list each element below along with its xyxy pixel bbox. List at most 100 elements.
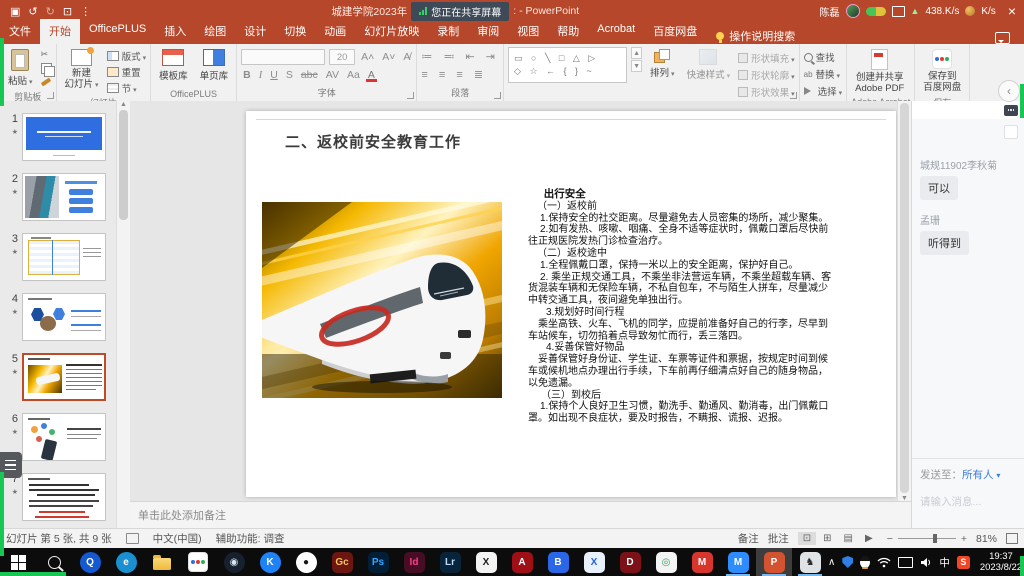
shape-fill-button[interactable]: 形状填充: [738, 51, 795, 65]
chat-bubble-icon[interactable]: [1004, 105, 1018, 116]
font-size-box[interactable]: 20: [329, 49, 355, 65]
chat-input[interactable]: 请输入消息...: [920, 494, 1016, 509]
tab-插入[interactable]: 插入: [155, 19, 195, 44]
underline-icon[interactable]: U: [268, 69, 280, 81]
dialog-launcher-icon[interactable]: [494, 92, 501, 99]
tencent-meeting[interactable]: M: [720, 548, 756, 576]
single-page-library-button[interactable]: 单页库: [196, 47, 233, 84]
tab-帮助[interactable]: 帮助: [548, 19, 588, 44]
shape-effects-button[interactable]: 形状效果: [738, 85, 795, 99]
qq-browser[interactable]: Q: [72, 548, 108, 576]
normal-view-button[interactable]: ⊡: [798, 532, 816, 545]
app-mumu[interactable]: M: [684, 548, 720, 576]
screen-share-badge[interactable]: 您正在共享屏幕: [411, 2, 509, 21]
shadow-icon[interactable]: S: [284, 69, 295, 81]
format-painter-icon[interactable]: [40, 77, 50, 86]
new-slide-button[interactable]: 新建 幻灯片: [61, 47, 103, 93]
defender-shield-icon[interactable]: [842, 556, 853, 568]
italic-icon[interactable]: I: [257, 70, 265, 81]
scrollbar-thumb[interactable]: [119, 110, 128, 220]
slide-canvas[interactable]: 二、返校前安全教育工作: [246, 111, 896, 497]
hardware-icon[interactable]: [898, 557, 913, 568]
create-pdf-button[interactable]: 创建并共享 Adobe PDF: [851, 47, 908, 96]
layout-button[interactable]: 版式: [107, 49, 147, 63]
tab-绘图[interactable]: 绘图: [195, 19, 235, 44]
template-library-button[interactable]: 模板库: [155, 47, 192, 84]
app-decoder[interactable]: ◎: [648, 548, 684, 576]
find-button[interactable]: 查找: [804, 50, 843, 64]
change-case-icon[interactable]: Aa: [345, 69, 362, 81]
char-spacing-icon[interactable]: AV: [324, 69, 341, 81]
language-status[interactable]: 中文(中国): [153, 531, 202, 546]
undo-icon[interactable]: ↺: [28, 5, 37, 18]
panel-collapse-button[interactable]: ‹: [998, 80, 1020, 102]
tab-开始[interactable]: 开始: [40, 19, 80, 44]
zoom-slider-thumb[interactable]: [933, 534, 937, 543]
app-cut[interactable]: X: [468, 548, 504, 576]
tab-文件[interactable]: 文件: [0, 19, 40, 44]
slide-sorter-view-button[interactable]: ⊞: [818, 532, 836, 545]
cut-icon[interactable]: ✂: [41, 49, 52, 60]
quick-styles-button[interactable]: 快速样式: [683, 47, 735, 83]
zoom-slider[interactable]: [898, 538, 956, 539]
tab-视图[interactable]: 视图: [508, 19, 548, 44]
select-button[interactable]: 选择: [804, 84, 843, 98]
start-slideshow-icon[interactable]: ⊡: [63, 5, 72, 18]
font-color-icon[interactable]: A: [366, 69, 377, 81]
qq[interactable]: ●: [288, 548, 324, 576]
send-to-dropdown-icon[interactable]: ▾: [996, 471, 1000, 480]
dialog-launcher-icon[interactable]: [790, 92, 797, 99]
bold-icon[interactable]: B: [241, 69, 253, 81]
app-pet[interactable]: ♞: [792, 548, 828, 576]
powerpoint[interactable]: P: [756, 548, 792, 576]
tab-Acrobat[interactable]: Acrobat: [588, 19, 644, 44]
slide-thumbnail-2[interactable]: [22, 173, 106, 221]
dialog-launcher-icon[interactable]: [407, 92, 414, 99]
notes-pane[interactable]: 单击此处添加备注: [130, 501, 911, 528]
slide-title[interactable]: 二、返校前安全教育工作: [285, 131, 461, 152]
tab-动画[interactable]: 动画: [315, 19, 355, 44]
comments-icon[interactable]: [995, 32, 1010, 44]
autocad[interactable]: A: [504, 548, 540, 576]
indesign[interactable]: Id: [396, 548, 432, 576]
taskbar-clock[interactable]: 19:37 2023/8/22: [977, 551, 1024, 573]
slide-thumbnail-6[interactable]: [22, 413, 106, 461]
avatar[interactable]: [846, 4, 860, 18]
slide-thumbnail-1[interactable]: [22, 113, 106, 161]
scrollbar-thumb[interactable]: [900, 103, 909, 493]
chat-mini-button[interactable]: [1004, 125, 1018, 139]
grow-font-icon[interactable]: A˄: [359, 51, 376, 63]
slide-thumbnail-7[interactable]: [22, 473, 106, 521]
accessibility-status[interactable]: 辅助功能: 调查: [216, 531, 285, 546]
baidu-netdisk[interactable]: [180, 548, 216, 576]
slide-thumbnail-3[interactable]: [22, 233, 106, 281]
align-buttons-row[interactable]: ≡ ≡ ≡ ≣: [421, 68, 499, 81]
send-to-row[interactable]: 发送至：所有人 ▾: [920, 467, 1016, 482]
zoom-level[interactable]: 81%: [976, 533, 997, 545]
tab-OfficePLUS[interactable]: OfficePLUS: [80, 19, 155, 44]
copy-icon[interactable]: [41, 63, 52, 74]
shape-outline-button[interactable]: 形状轮廓: [738, 68, 795, 82]
tab-百度网盘[interactable]: 百度网盘: [644, 19, 706, 44]
steam[interactable]: ◉: [216, 548, 252, 576]
clear-format-icon[interactable]: A̸: [401, 51, 412, 63]
shape-gallery-scroll[interactable]: ▲ ▼: [631, 47, 642, 72]
sogou-input-icon[interactable]: S: [957, 556, 970, 569]
list-buttons-row[interactable]: ≔ ≕ ⇤ ⇥: [421, 50, 499, 63]
zoom-out-button[interactable]: −: [887, 533, 893, 545]
tab-幻灯片放映[interactable]: 幻灯片放映: [355, 19, 428, 44]
section-button[interactable]: 节: [107, 81, 147, 95]
slide-thumbnail-5[interactable]: [22, 353, 106, 401]
wifi-icon[interactable]: [877, 557, 891, 568]
dialog-launcher-icon[interactable]: [47, 92, 54, 99]
reading-view-button[interactable]: ▤: [839, 532, 858, 545]
tab-切换[interactable]: 切换: [275, 19, 315, 44]
slideshow-button[interactable]: ▶: [860, 532, 878, 545]
tab-录制[interactable]: 录制: [428, 19, 468, 44]
replace-button[interactable]: ab替换: [804, 67, 843, 81]
editor-scrollbar[interactable]: ▼: [897, 101, 911, 502]
comments-toggle[interactable]: 批注: [768, 531, 789, 546]
close-window-button[interactable]: ×: [1008, 3, 1016, 19]
strikethrough-icon[interactable]: abc: [299, 69, 320, 81]
save-icon[interactable]: ▣: [10, 5, 20, 18]
